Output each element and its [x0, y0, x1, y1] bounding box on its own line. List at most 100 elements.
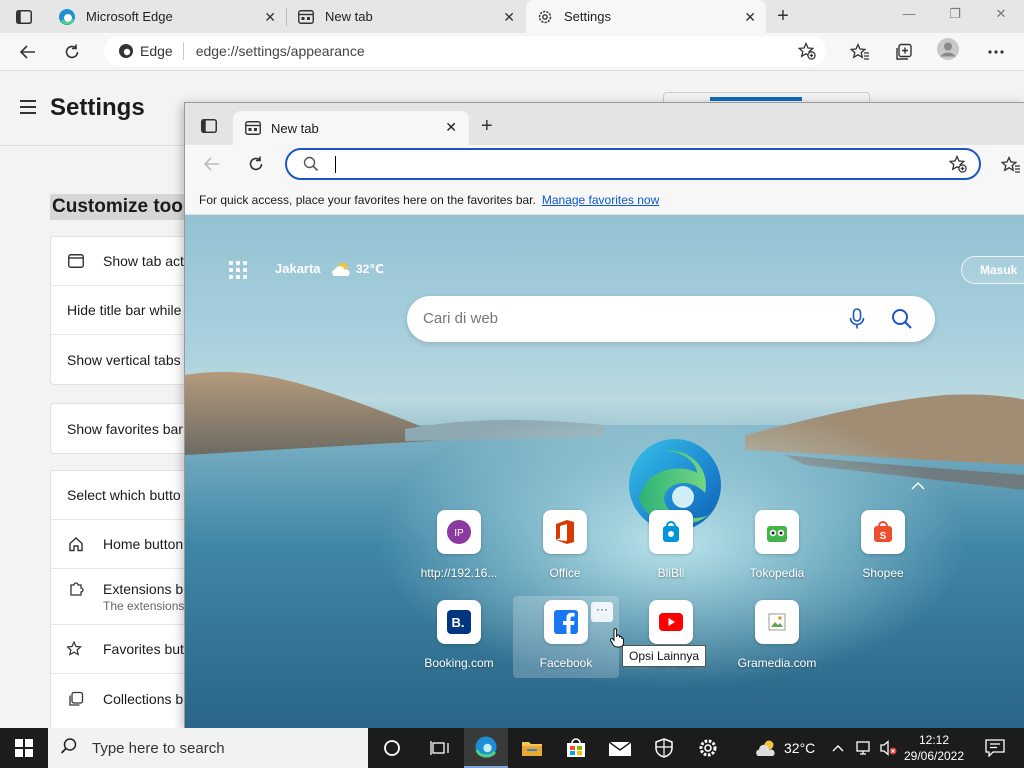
close-icon[interactable]: ✕: [744, 9, 756, 26]
chevron-up-icon[interactable]: [911, 479, 925, 493]
file-explorer-icon[interactable]: [510, 728, 554, 768]
quick-link-tile[interactable]: Gramedia.com: [727, 600, 827, 680]
weather-city[interactable]: Jakarta: [275, 261, 321, 276]
edge-icon: [119, 44, 133, 58]
cortana-icon[interactable]: [370, 728, 414, 768]
add-favorite-icon[interactable]: [797, 41, 816, 63]
close-icon[interactable]: ✕: [445, 119, 457, 136]
svg-text:IP: IP: [454, 528, 464, 539]
new-tab-button[interactable]: +: [772, 6, 794, 28]
address-bar[interactable]: Edge edge://settings/appearance: [104, 36, 826, 66]
tooltip: Opsi Lainnya: [622, 645, 707, 667]
home-icon: [67, 536, 85, 552]
minimize-icon[interactable]: —: [899, 6, 919, 26]
quick-link-label: http://192.16...: [420, 566, 498, 580]
tab-new-tab[interactable]: New tab ✕: [233, 111, 469, 145]
volume-muted-icon[interactable]: [880, 728, 898, 768]
quick-link-tile[interactable]: B. Booking.com: [409, 600, 509, 680]
quick-link-tile[interactable]: S Shopee: [833, 510, 933, 590]
tab-actions-icon[interactable]: [10, 6, 38, 28]
shopee-icon: S: [861, 510, 905, 554]
tab-actions-icon: [67, 254, 85, 268]
taskbar-search-input[interactable]: Type here to search: [48, 728, 368, 768]
more-menu-icon[interactable]: [984, 41, 1008, 63]
facebook-icon: [544, 600, 588, 644]
tab-strip: Microsoft Edge ✕ New tab ✕ Settings ✕ + …: [0, 0, 1024, 33]
quick-link-label: Shopee: [862, 566, 904, 580]
apps-launcher-icon[interactable]: [229, 261, 247, 279]
quick-link-tile[interactable]: Office: [515, 510, 615, 590]
add-favorite-icon[interactable]: [948, 154, 967, 176]
quick-link-label: BliBli: [657, 566, 685, 580]
new-tab-window: New tab ✕ + For quick access, place your…: [184, 102, 1024, 728]
booking-icon: B.: [437, 600, 481, 644]
collections-icon[interactable]: [892, 41, 916, 63]
cloud-sun-icon: [332, 262, 350, 276]
tab-actions-icon[interactable]: [201, 119, 217, 136]
tab-label: New tab: [271, 120, 319, 136]
back-button[interactable]: [203, 156, 221, 175]
setting-label: Home button: [103, 536, 184, 552]
cloud-sun-icon: [756, 740, 775, 756]
youtube-icon: [649, 600, 693, 644]
task-view-icon[interactable]: [418, 728, 462, 768]
tab-new-tab[interactable]: New tab ✕: [287, 0, 525, 33]
notification-center-icon[interactable]: [980, 728, 1010, 768]
restore-icon[interactable]: ❐: [945, 6, 965, 26]
weather-widget[interactable]: 32℃: [330, 261, 384, 277]
search-icon[interactable]: [891, 308, 913, 333]
quick-link-label: Office: [549, 566, 581, 580]
tab-microsoft-edge[interactable]: Microsoft Edge ✕: [48, 0, 286, 33]
url-text[interactable]: edge://settings/appearance: [196, 43, 365, 59]
settings-gear-icon[interactable]: [686, 728, 730, 768]
tab-settings[interactable]: Settings ✕: [526, 0, 766, 33]
quick-link-tile[interactable]: YouTube: [621, 600, 721, 680]
new-tab-page: Jakarta 32℃ Masuk Cari di web IP http://…: [185, 215, 1024, 728]
svg-text:B.: B.: [452, 615, 465, 630]
close-icon[interactable]: ✕: [264, 9, 276, 26]
favorites-icon[interactable]: [1000, 155, 1021, 177]
settings-search-input[interactable]: [663, 92, 870, 102]
edge-chip: Edge: [118, 42, 184, 60]
setting-label: Extensions bu: [103, 581, 191, 597]
refresh-button[interactable]: [247, 155, 265, 176]
gear-icon: [536, 8, 554, 26]
mail-icon[interactable]: [598, 728, 642, 768]
quick-link-tile[interactable]: Tokopedia: [727, 510, 827, 590]
quick-link-tile[interactable]: BliBli: [621, 510, 721, 590]
newtab-page-icon: [297, 8, 315, 26]
page-title: Settings: [50, 94, 145, 121]
web-search-box[interactable]: Cari di web: [407, 296, 935, 342]
quick-link-tile[interactable]: IP http://192.16...: [409, 510, 509, 590]
security-shield-icon[interactable]: [642, 728, 686, 768]
favorites-icon[interactable]: [848, 41, 872, 63]
taskbar-weather-temp: 32°C: [784, 740, 816, 756]
more-options-button[interactable]: ···: [591, 602, 613, 622]
clock-time: 12:12: [918, 733, 950, 747]
tab-label: Settings: [564, 9, 611, 24]
chevron-up-icon[interactable]: [832, 728, 844, 768]
back-button[interactable]: [16, 41, 40, 63]
close-window-icon[interactable]: ✕: [991, 6, 1011, 26]
microphone-icon[interactable]: [849, 308, 865, 333]
profile-avatar[interactable]: [936, 38, 960, 60]
edge-taskbar-icon[interactable]: [464, 728, 508, 768]
favorites-bar-hint: For quick access, place your favorites h…: [199, 192, 536, 207]
network-icon[interactable]: [856, 728, 874, 768]
popup-toolbar: [185, 145, 1024, 185]
sign-in-button[interactable]: Masuk: [961, 256, 1024, 284]
microsoft-store-icon[interactable]: [554, 728, 598, 768]
hamburger-menu-icon[interactable]: [20, 100, 36, 118]
puzzle-icon: [67, 581, 85, 597]
system-clock[interactable]: 12:12 29/06/2022: [902, 732, 966, 764]
taskbar-weather[interactable]: 32°C: [754, 728, 815, 768]
refresh-button[interactable]: [60, 41, 84, 63]
setting-label: Show favorites bar: [67, 420, 183, 437]
office-icon: [543, 510, 587, 554]
close-icon[interactable]: ✕: [503, 9, 515, 26]
manage-favorites-link[interactable]: Manage favorites now: [542, 193, 659, 207]
address-bar-input[interactable]: [285, 148, 981, 180]
new-tab-button[interactable]: +: [481, 115, 493, 138]
windows-start-button[interactable]: [0, 728, 48, 768]
quick-link-tile-hovered[interactable]: Facebook ···: [513, 596, 619, 678]
